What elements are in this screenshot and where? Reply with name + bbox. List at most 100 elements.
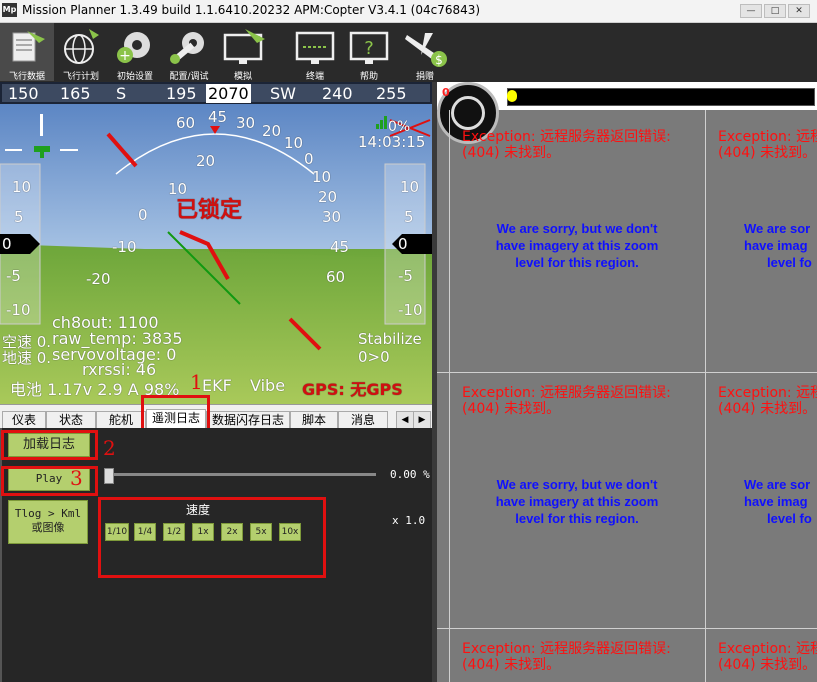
pitch-label: -20 xyxy=(86,270,111,288)
annotation-number-3: 3 xyxy=(70,466,83,490)
toolbar-terminal[interactable]: 终端 xyxy=(288,23,342,82)
left-scale-label: -5 xyxy=(6,267,21,285)
toolbar-flight-data[interactable]: 飞行数据 xyxy=(0,23,54,82)
window-title: Mission Planner 1.3.49 build 1.1.6410.20… xyxy=(22,3,481,17)
toolbar-initial-setup[interactable]: + 初始设置 xyxy=(108,23,162,82)
donate-plane-icon: $ xyxy=(405,33,447,67)
flight-mode: Stabilize xyxy=(358,330,422,348)
tile-error-line1: Exception: 远程 xyxy=(718,385,817,401)
left-value: 0 xyxy=(2,235,12,253)
left-scale-label: 5 xyxy=(14,208,24,226)
tile-sorry-1: We are sorry, but we don't xyxy=(496,477,658,492)
tab-scroll-left-icon[interactable]: ◀ xyxy=(396,411,414,429)
roll-label: 10 xyxy=(312,168,332,186)
compass-label: SW xyxy=(270,84,296,103)
tab-gauges[interactable]: 仪表 xyxy=(2,411,46,429)
attitude-hud[interactable]: 已锁定 14:03:15 0% 60 45 20 10 0 -10 -20 30… xyxy=(0,104,432,404)
pitch-label: 10 xyxy=(168,180,188,198)
tile-error-line2: (404) 未找到。 xyxy=(718,657,817,673)
compass-label: 165 xyxy=(60,84,91,103)
tile-sorry-3: level fo xyxy=(767,255,812,270)
maximize-button[interactable]: □ xyxy=(764,4,786,18)
close-button[interactable]: ✕ xyxy=(788,4,810,18)
tile-error-line2: (404) 未找到。 xyxy=(462,145,561,161)
playback-track[interactable] xyxy=(106,473,376,476)
tile-sorry-1: We are sorry, but we don't xyxy=(496,221,658,236)
roll-label: 20 xyxy=(262,122,282,140)
speed-value: x 1.0 xyxy=(392,514,426,527)
toolbar-simulation[interactable]: 模拟 xyxy=(216,23,274,82)
compass-current-heading: 2070 xyxy=(206,84,251,103)
tile-border xyxy=(705,110,706,682)
tile-sorry-3: level fo xyxy=(767,511,812,526)
bottom-tabs: 仪表 状态 舵机 遥测日志 数据闪存日志 脚本 消息 ◀ ▶ xyxy=(0,404,432,429)
tile-error-line2: (404) 未找到。 xyxy=(462,401,561,417)
playback-slider-thumb[interactable] xyxy=(104,468,114,484)
toolbar-config-tuning[interactable]: 配置/调试 xyxy=(162,23,216,82)
toolbar-label: 模拟 xyxy=(233,72,252,82)
tab-servo[interactable]: 舵机 xyxy=(96,411,146,429)
tab-scroll-right-icon[interactable]: ▶ xyxy=(413,411,431,429)
compass-label: 150 xyxy=(8,84,39,103)
tab-dataflash-logs[interactable]: 数据闪存日志 xyxy=(206,411,290,429)
roll-label: 10 xyxy=(284,134,304,152)
tile-border xyxy=(437,628,817,629)
tab-messages[interactable]: 消息 xyxy=(338,411,388,429)
toolbar-help[interactable]: ? 帮助 xyxy=(342,23,396,82)
map-zoom-thumb[interactable] xyxy=(507,90,517,102)
pitch-label: -10 xyxy=(112,238,137,256)
tile-error-line1: Exception: 远程 xyxy=(718,641,817,657)
tile-sorry-2: have imag xyxy=(744,494,808,509)
hud-gps: GPS: 无GPS xyxy=(302,380,403,399)
tlog-kml-button[interactable]: Tlog > Kml 或图像 xyxy=(8,500,88,544)
roll-label: 60 xyxy=(326,268,346,286)
playback-percent: 0.00 % xyxy=(390,468,430,481)
right-scale-label: 10 xyxy=(400,178,420,196)
hud-vibe[interactable]: Vibe xyxy=(250,376,285,395)
hud-ekf[interactable]: EKF xyxy=(202,376,232,395)
map-view[interactable]: 0 Exception: 远程服务器返回错误: (404) 未找到。 We ar… xyxy=(437,82,817,682)
roll-label: 45 xyxy=(330,238,350,256)
tile-error-line2: (404) 未找到。 xyxy=(718,401,817,417)
tile-error-line2: (404) 未找到。 xyxy=(462,657,561,673)
hud-battery-pct: 0% xyxy=(388,119,411,135)
compass-label: 195 xyxy=(166,84,197,103)
left-scale-label: -10 xyxy=(6,301,31,319)
globe-icon xyxy=(64,29,99,64)
simulation-monitor-icon xyxy=(223,29,265,64)
left-scale-label: 10 xyxy=(12,178,32,196)
hud-time: 14:03:15 xyxy=(358,133,426,151)
roll-label: 20 xyxy=(318,188,338,206)
tile-sorry-2: have imagery at this zoom xyxy=(495,494,659,509)
toolbar-donate[interactable]: $ 捐赠 xyxy=(398,23,452,82)
annotation-number-2: 2 xyxy=(103,436,116,460)
map-zoom-track[interactable] xyxy=(507,88,815,106)
tile-border xyxy=(449,110,450,682)
toolbar-label: 捐赠 xyxy=(415,72,434,82)
annotation-box-2 xyxy=(1,430,98,460)
tab-status[interactable]: 状态 xyxy=(46,411,96,429)
roll-label: 30 xyxy=(322,208,342,226)
map-zoom-value: 0 xyxy=(442,86,450,99)
pitch-label: 45 xyxy=(208,108,228,126)
help-monitor-icon: ? xyxy=(349,31,389,64)
app-icon: Mp xyxy=(2,3,17,17)
tab-scripts[interactable]: 脚本 xyxy=(290,411,338,429)
roll-label: 0 xyxy=(304,150,314,168)
heading-compass: 150 165 S 195 2070 SW 240 255 xyxy=(0,82,432,104)
tile-error-line1: Exception: 远程服务器返回错误: xyxy=(462,385,671,401)
toolbar-label: 终端 xyxy=(305,72,324,82)
tile-error-line2: (404) 未找到。 xyxy=(718,145,817,161)
wrench-gear-icon xyxy=(170,32,204,64)
minimize-button[interactable]: — xyxy=(740,4,762,18)
hud-groundspeed: 地速 0. xyxy=(2,349,52,367)
tile-sorry-2: have imagery at this zoom xyxy=(495,238,659,253)
pitch-label: 20 xyxy=(196,152,216,170)
right-scale-label: 5 xyxy=(404,208,414,226)
waypoint-status: 0>0 xyxy=(358,348,390,366)
annotation-box-3 xyxy=(1,466,98,496)
toolbar-flight-plan[interactable]: 飞行计划 xyxy=(54,23,108,82)
annotation-box-speeds xyxy=(98,497,326,578)
tile-sorry-1: We are sor xyxy=(744,477,811,492)
tile-error-line1: Exception: 远程服务器返回错误: xyxy=(462,641,671,657)
